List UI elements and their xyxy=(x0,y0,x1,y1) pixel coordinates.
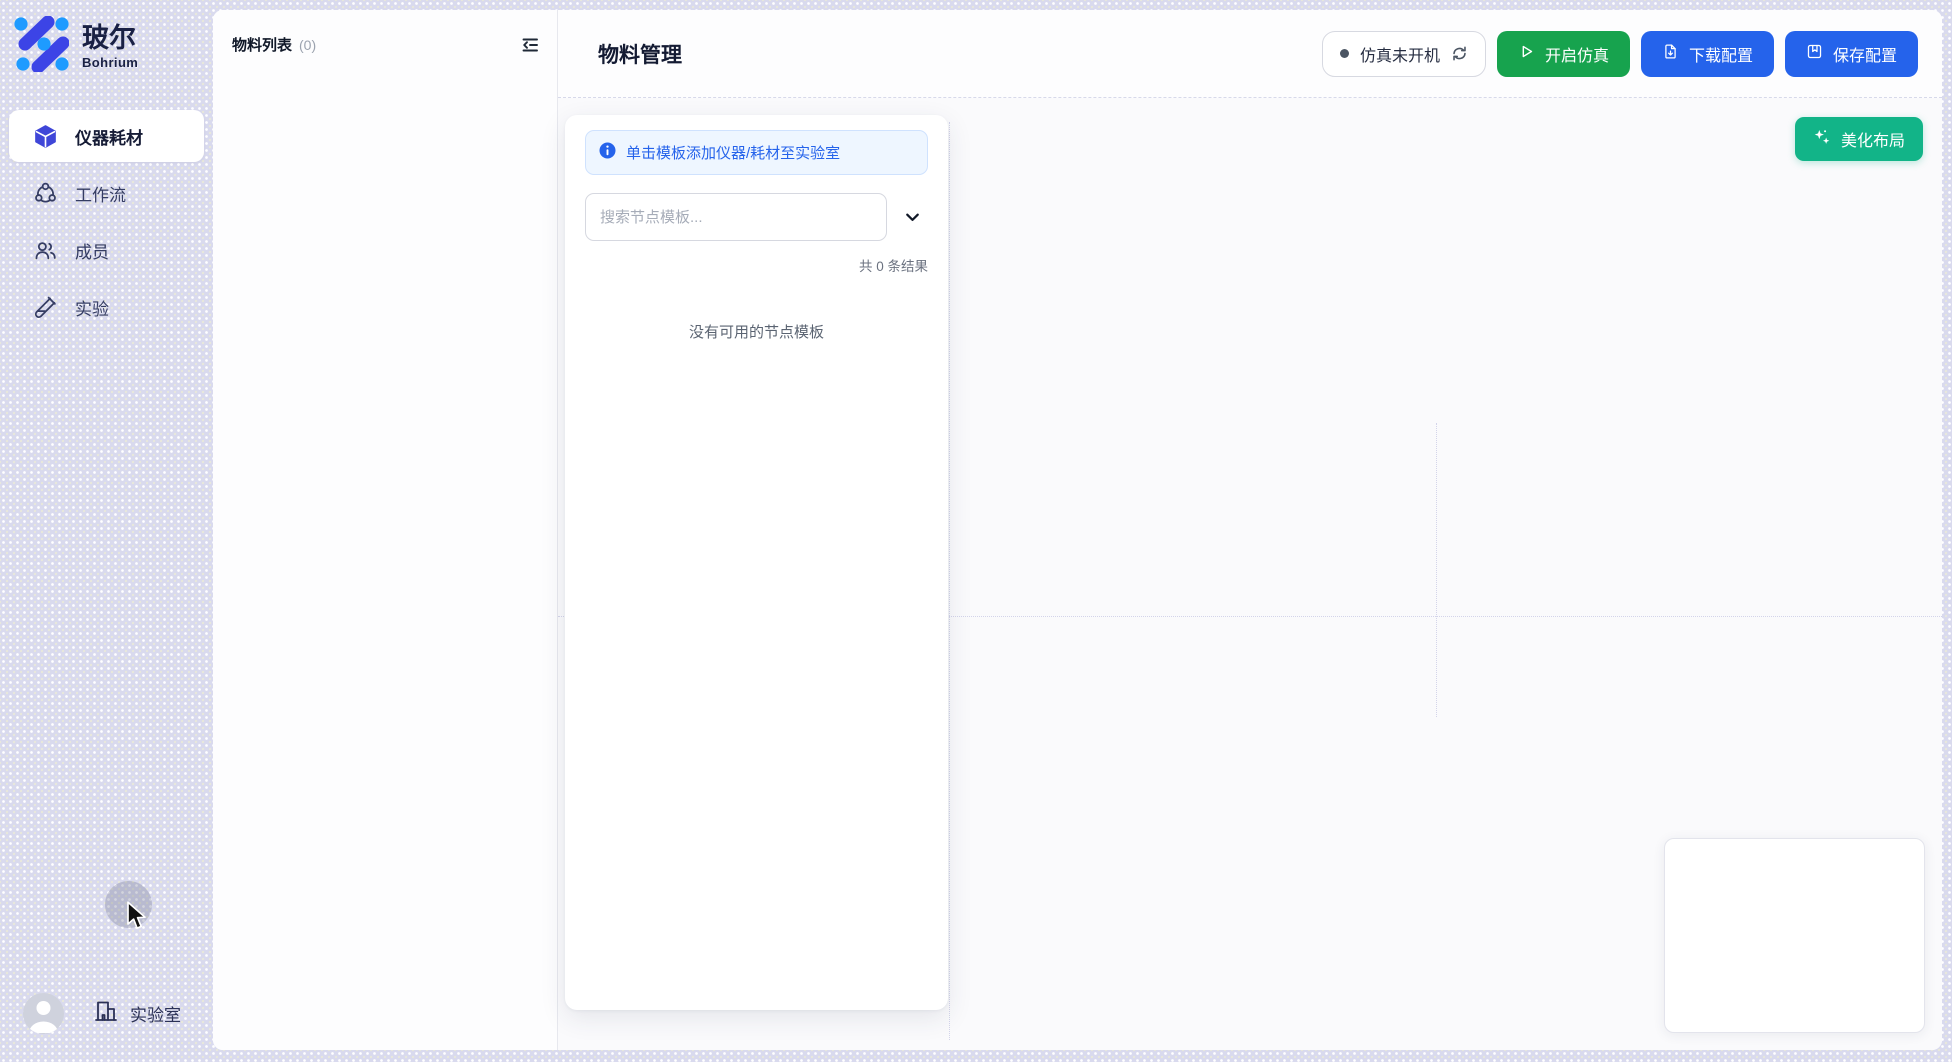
canvas-minimap[interactable] xyxy=(1664,838,1925,1033)
canvas-guide-vertical xyxy=(1436,423,1437,717)
material-list-panel: 物料列表 (0) xyxy=(213,10,558,1050)
flow-canvas[interactable]: 单击模板添加仪器/耗材至实验室 共 0 条结果 没有可用的节点模板 xyxy=(558,98,1942,1050)
bohrium-logo-icon xyxy=(13,16,69,77)
chevron-down-icon[interactable] xyxy=(896,208,928,227)
download-config-button[interactable]: 下载配置 xyxy=(1641,31,1774,77)
canvas-guide-vertical xyxy=(949,122,950,1040)
sparkles-icon xyxy=(1813,128,1831,151)
beautify-layout-button[interactable]: 美化布局 xyxy=(1795,117,1923,161)
test-tube-icon xyxy=(33,295,58,320)
brand-logo[interactable]: 玻尔 Bohrium xyxy=(0,0,213,77)
template-result-count: 共 0 条结果 xyxy=(585,255,928,275)
brand-subtitle: Bohrium xyxy=(82,55,138,70)
template-empty-text: 没有可用的节点模板 xyxy=(585,321,928,342)
sidebar-item-label: 成员 xyxy=(75,238,109,263)
members-icon xyxy=(33,238,58,263)
user-avatar[interactable] xyxy=(23,993,64,1034)
page-title: 物料管理 xyxy=(598,39,682,69)
sidebar-item-label: 实验 xyxy=(75,295,109,320)
file-download-icon xyxy=(1662,43,1679,65)
save-icon xyxy=(1806,43,1823,65)
play-icon xyxy=(1518,43,1535,65)
material-list-title: 物料列表 xyxy=(232,34,292,55)
topbar: 物料管理 仿真未开机 xyxy=(558,10,1942,98)
template-panel: 单击模板添加仪器/耗材至实验室 共 0 条结果 没有可用的节点模板 xyxy=(565,115,948,1010)
simulation-status-pill: 仿真未开机 xyxy=(1322,31,1486,77)
workspace-label: 实验室 xyxy=(130,1001,181,1026)
workspace-switcher[interactable]: 实验室 xyxy=(93,998,181,1029)
page: { "brand": { "name": "玻尔", "subtitle": "… xyxy=(0,0,1952,1062)
refresh-icon[interactable] xyxy=(1451,45,1468,62)
sidebar-menu: 仪器耗材 工作流 成员 xyxy=(9,110,204,333)
start-simulation-button[interactable]: 开启仿真 xyxy=(1497,31,1630,77)
sidebar-item-members[interactable]: 成员 xyxy=(9,224,204,276)
material-list-header: 物料列表 (0) xyxy=(213,10,557,55)
info-icon xyxy=(599,142,616,163)
sidebar-item-instruments[interactable]: 仪器耗材 xyxy=(9,110,204,162)
sidebar-item-experiment[interactable]: 实验 xyxy=(9,281,204,333)
save-config-button[interactable]: 保存配置 xyxy=(1785,31,1918,77)
building-icon xyxy=(93,998,119,1029)
template-hint-banner: 单击模板添加仪器/耗材至实验室 xyxy=(585,130,928,175)
sidebar-footer: 实验室 xyxy=(0,993,213,1034)
sidebar-item-workflow[interactable]: 工作流 xyxy=(9,167,204,219)
topbar-actions: 仿真未开机 开启仿真 xyxy=(1322,31,1918,77)
status-dot-icon xyxy=(1340,49,1349,58)
sidebar-item-label: 工作流 xyxy=(75,181,126,206)
brand-name: 玻尔 xyxy=(82,23,138,54)
mouse-cursor-icon xyxy=(126,901,148,936)
material-list-count: (0) xyxy=(299,37,316,53)
sidebar-item-label: 仪器耗材 xyxy=(75,124,143,149)
template-search-input[interactable] xyxy=(585,193,887,241)
template-search-row xyxy=(585,193,928,241)
simulation-status-label: 仿真未开机 xyxy=(1360,42,1440,66)
main-content-card: 物料列表 (0) 物料管理 仿真未开机 xyxy=(213,10,1942,1050)
workflow-icon xyxy=(33,181,58,206)
collapse-panel-icon[interactable] xyxy=(520,35,540,55)
template-hint-text: 单击模板添加仪器/耗材至实验室 xyxy=(626,142,840,163)
main-region: 物料管理 仿真未开机 xyxy=(558,10,1942,1050)
cube-icon xyxy=(33,124,58,149)
